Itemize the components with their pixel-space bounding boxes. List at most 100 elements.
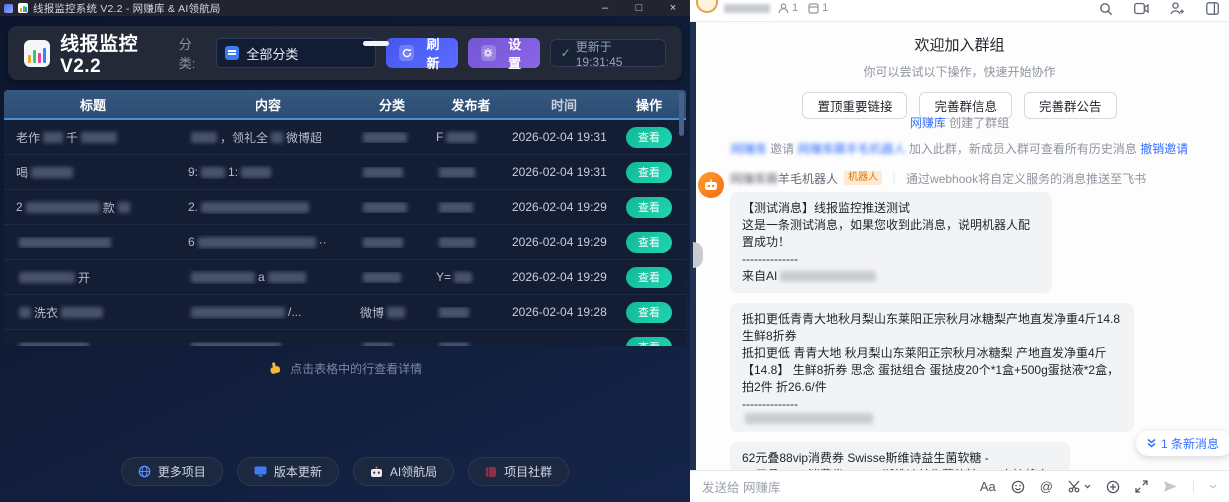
select-scrollbar[interactable] <box>363 41 389 46</box>
view-button[interactable]: 查看 <box>626 267 672 288</box>
plus-circle-icon[interactable] <box>1106 480 1120 494</box>
version-update-button[interactable]: 版本更新 <box>237 457 339 486</box>
category-select[interactable]: 全部分类 <box>216 38 376 68</box>
cell-pub <box>430 307 512 318</box>
redacted-text <box>439 237 475 248</box>
view-button[interactable]: 查看 <box>626 162 672 183</box>
version-update-label: 版本更新 <box>274 463 322 480</box>
redacted-text <box>745 413 873 424</box>
member-count-badge[interactable]: 1 <box>778 2 798 14</box>
message-bubble[interactable]: 62元叠88vip消费券 Swisse斯维诗益生菌软糖 -62元叠88vip消费… <box>730 442 1070 470</box>
table-row[interactable]: 洗衣/...微博2026-02-04 19:28查看 <box>4 295 686 330</box>
redacted-text <box>19 272 75 283</box>
text-fragment: 2. <box>188 200 198 214</box>
inviter-link[interactable]: 网赚库 <box>731 142 767 156</box>
view-button[interactable]: 查看 <box>626 232 672 253</box>
invitee-link[interactable]: 网赚库薅羊毛机器人 <box>797 142 905 156</box>
category-label: 分类: <box>179 34 207 72</box>
bot-avatar[interactable] <box>698 172 724 198</box>
cell-cat <box>354 237 430 248</box>
text-fragment: F <box>436 130 443 144</box>
welcome-subtitle: 你可以尝试以下操作，快速开始协作 <box>690 63 1229 80</box>
table-row[interactable]: 开aY=2026-02-04 19:29查看 <box>4 260 686 295</box>
bot-name[interactable]: 羊毛机器人 <box>778 172 838 186</box>
redacted-text <box>198 237 316 248</box>
cell-pub: F <box>430 130 512 144</box>
view-button[interactable]: 查看 <box>626 197 672 218</box>
table-row[interactable]: 喝9:1:2026-02-04 19:31查看 <box>4 155 686 190</box>
message-line: 62元叠88vip消费券 Swisse斯维诗益生菌软糖 - <box>742 450 1058 467</box>
bot-message-group: 网赚库薅羊毛机器人 机器人 ｜ 通过webhook将自定义服务的消息推送至飞书 … <box>698 170 1221 470</box>
emoji-icon[interactable] <box>1011 480 1025 494</box>
more-projects-button[interactable]: 更多项目 <box>121 457 223 486</box>
view-button[interactable]: 查看 <box>626 302 672 323</box>
globe-icon <box>138 465 151 478</box>
book-icon <box>485 466 497 478</box>
cell-title: 洗衣 <box>4 304 182 321</box>
cell-title <box>4 237 182 248</box>
redacted-text <box>19 237 111 248</box>
new-message-label: 1 条新消息 <box>1161 435 1219 452</box>
app-icon <box>18 3 28 13</box>
view-button[interactable]: 查看 <box>626 337 672 347</box>
revoke-invite-link[interactable]: 撤销邀请 <box>1140 142 1188 156</box>
message-line <box>742 413 1122 424</box>
cell-action: 查看 <box>616 162 682 183</box>
page-title: 线报监控 V2.2 <box>60 29 179 78</box>
text-fragment: 微博超 <box>286 129 322 146</box>
table-row[interactable]: 2款2.2026-02-04 19:29查看 <box>4 190 686 225</box>
cell-time: 2026-02-04 19:29 <box>512 270 616 284</box>
list-icon <box>225 46 239 60</box>
text-fragment: 9: <box>188 165 198 179</box>
maximize-button[interactable]: □ <box>622 0 656 16</box>
ai-hub-label: AI领航局 <box>390 463 437 480</box>
cell-content: 6·· <box>182 235 354 249</box>
table-row[interactable]: 老作千，领礼全微博超F2026-02-04 19:31查看 <box>4 120 686 155</box>
screen: 线报监控系统 V2.2 - 网赚库 & AI领航局 – □ × 线报监控 V2.… <box>0 0 1229 502</box>
message-bubble[interactable]: 【测试消息】线报监控推送测试这是一条测试消息，如果您收到此消息，说明机器人配置成… <box>730 192 1052 293</box>
video-call-icon[interactable] <box>1134 2 1149 15</box>
group-avatar[interactable] <box>696 0 718 13</box>
creator-link[interactable]: 网赚库 <box>910 116 946 130</box>
table-scrollbar[interactable] <box>679 92 684 136</box>
community-button[interactable]: 项目社群 <box>468 457 569 486</box>
view-button[interactable]: 查看 <box>626 127 672 148</box>
add-member-icon[interactable] <box>1170 2 1185 15</box>
redacted-text <box>43 132 63 143</box>
close-button[interactable]: × <box>656 0 690 16</box>
redacted-text <box>439 307 469 318</box>
table-row[interactable]: 6··2026-02-04 19:29查看 <box>4 225 686 260</box>
message-input-placeholder[interactable]: 发送给 网赚库 <box>702 477 780 496</box>
ai-hub-button[interactable]: AI领航局 <box>353 457 454 486</box>
bot-description: 通过webhook将自定义服务的消息推送至飞书 <box>906 170 1146 187</box>
redacted-text <box>387 307 405 318</box>
column-publisher: 发布者 <box>430 90 512 118</box>
minimize-button[interactable]: – <box>588 0 622 16</box>
sidebar-toggle-icon[interactable] <box>1206 2 1219 15</box>
cell-action: 查看 <box>616 127 682 148</box>
text-fragment: 【测试消息】线报监控推送测试 <box>742 200 910 217</box>
settings-button[interactable]: 设置 <box>468 38 540 68</box>
message-input-bar[interactable]: 发送给 网赚库 Aa @ <box>690 470 1229 502</box>
screenshot-icon[interactable] <box>1068 480 1091 493</box>
message-bubble[interactable]: 抵扣更低青青大地秋月梨山东莱阳正宗秋月冰糖梨产地直发净重4斤14.8生鲜8折券抵… <box>730 303 1134 432</box>
pane-count-badge[interactable]: 1 <box>808 2 828 14</box>
hint-text: 点击表格中的行查看详情 <box>290 362 422 376</box>
send-options-icon[interactable] <box>1209 484 1217 489</box>
send-icon[interactable] <box>1163 480 1178 493</box>
new-message-pill[interactable]: 1 条新消息 <box>1136 431 1229 456</box>
group-name-redacted <box>724 4 770 13</box>
redacted-text <box>363 167 403 178</box>
redacted-text <box>19 342 89 347</box>
text-format-icon[interactable]: Aa <box>980 479 996 494</box>
report-table: 标题 内容 分类 发布者 时间 操作 老作千，领礼全微博超F2026-02-04… <box>4 90 686 346</box>
search-icon[interactable] <box>1099 2 1113 16</box>
expand-icon[interactable] <box>1135 480 1148 493</box>
refresh-button[interactable]: 刷新 <box>386 38 458 68</box>
text-fragment: 老作 <box>16 129 40 146</box>
table-row[interactable]: 查看 <box>4 330 686 346</box>
text-fragment: /... <box>288 305 301 319</box>
cell-cat <box>354 272 430 283</box>
member-count: 1 <box>792 2 798 14</box>
mention-icon[interactable]: @ <box>1040 479 1053 494</box>
